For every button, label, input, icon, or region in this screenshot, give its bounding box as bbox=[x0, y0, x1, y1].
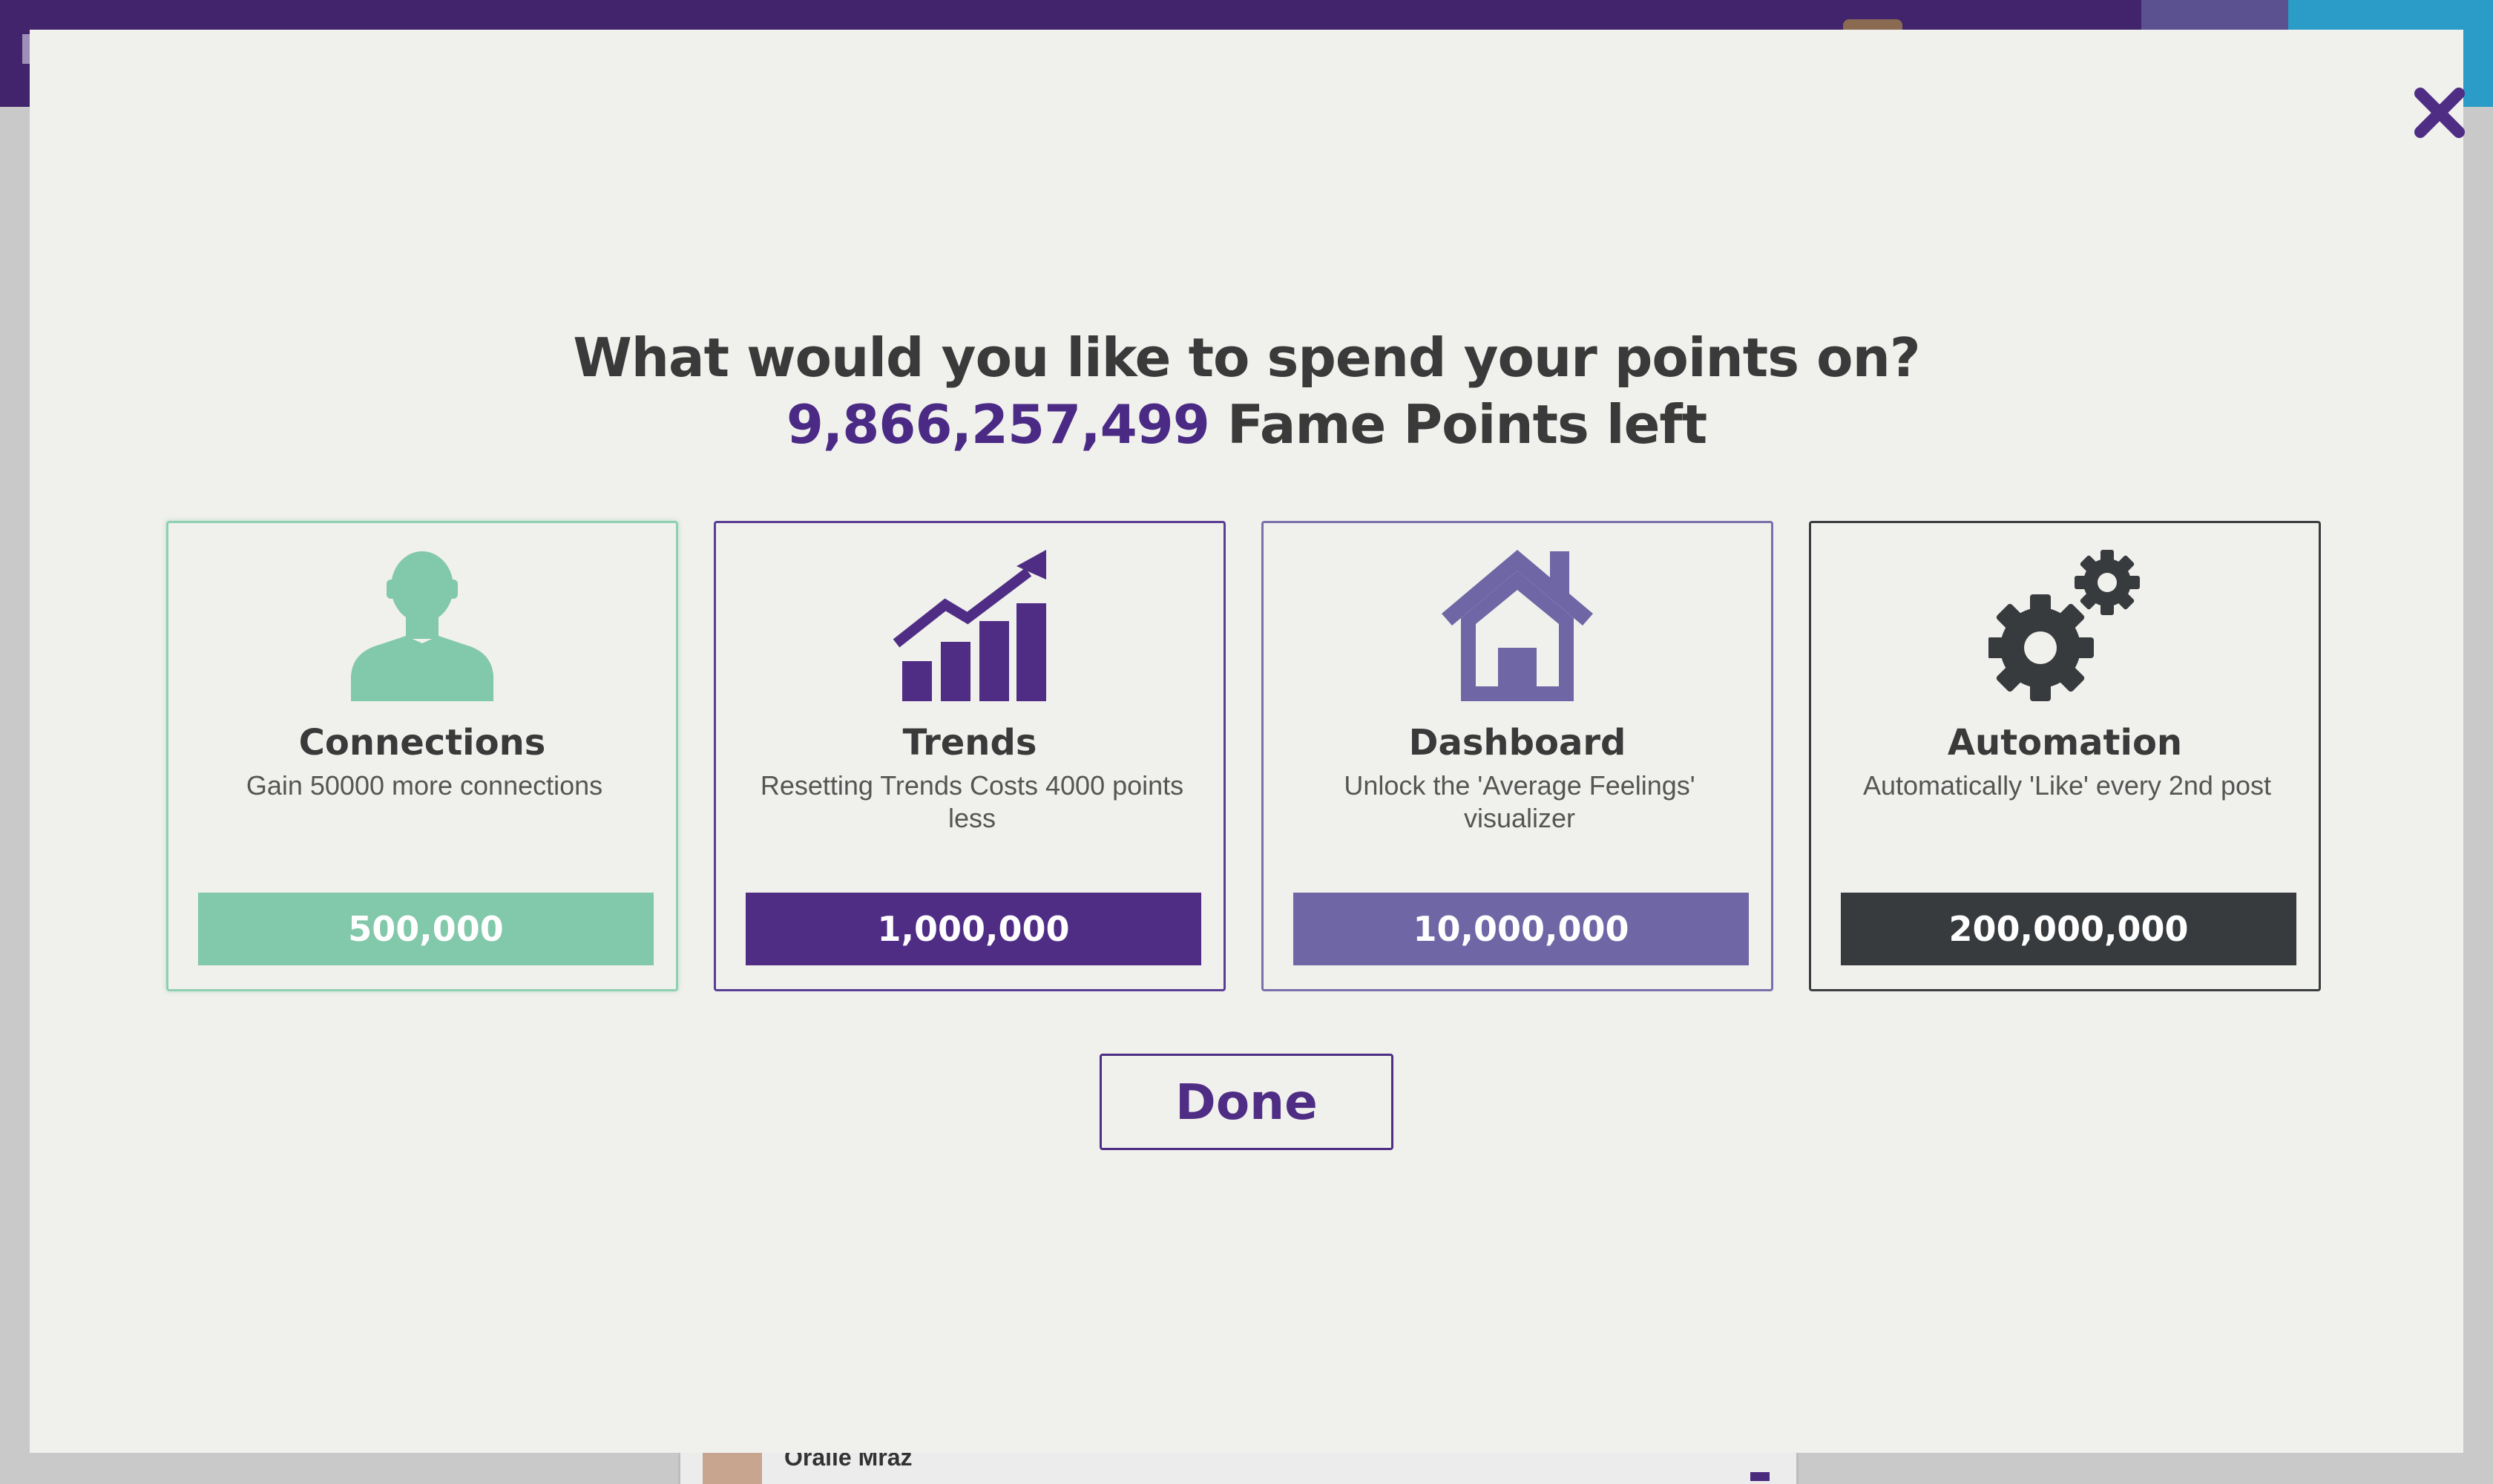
card-description: Unlock the 'Average Feelings' visualizer bbox=[1344, 770, 1695, 833]
feed-badge bbox=[1750, 1472, 1770, 1481]
card-description: Resetting Trends Costs 4000 points less bbox=[760, 770, 1184, 833]
upgrade-card-dashboard[interactable]: Dashboard Unlock the 'Average Feelings' … bbox=[1261, 521, 1773, 991]
points-value: 9,866,257,499 bbox=[786, 393, 1210, 456]
points-suffix: Fame Points left bbox=[1209, 393, 1707, 456]
upgrade-card-connections[interactable]: Connections Gain 50000 more connections … bbox=[166, 521, 678, 991]
modal-headline: What would you like to spend your points… bbox=[573, 326, 1920, 389]
buy-trends-button[interactable]: 1,000,000 bbox=[746, 893, 1201, 965]
points-remaining: 9,866,257,499 Fame Points left bbox=[0, 393, 2493, 456]
card-title: Trends bbox=[902, 722, 1037, 764]
card-title: Connections bbox=[298, 722, 546, 764]
card-title: Dashboard bbox=[1408, 722, 1626, 764]
gears-icon bbox=[1988, 550, 2140, 701]
card-description: Automatically 'Like' every 2nd post bbox=[1862, 770, 2272, 801]
upgrade-card-automation[interactable]: Automation Automatically 'Like' every 2n… bbox=[1809, 521, 2321, 991]
card-title: Automation bbox=[1947, 722, 2183, 764]
person-icon bbox=[351, 551, 493, 701]
buy-dashboard-button[interactable]: 10,000,000 bbox=[1293, 893, 1749, 965]
upgrade-card-trends[interactable]: Trends Resetting Trends Costs 4000 point… bbox=[714, 521, 1226, 991]
trend-chart-icon bbox=[893, 550, 1046, 701]
buy-automation-button[interactable]: 200,000,000 bbox=[1841, 893, 2296, 965]
done-button[interactable]: Done bbox=[1100, 1054, 1393, 1150]
close-icon bbox=[2414, 88, 2465, 138]
buy-connections-button[interactable]: 500,000 bbox=[198, 893, 654, 965]
close-button[interactable] bbox=[2411, 85, 2468, 141]
card-description: Gain 50000 more connections bbox=[246, 770, 603, 801]
house-icon bbox=[1442, 550, 1593, 701]
